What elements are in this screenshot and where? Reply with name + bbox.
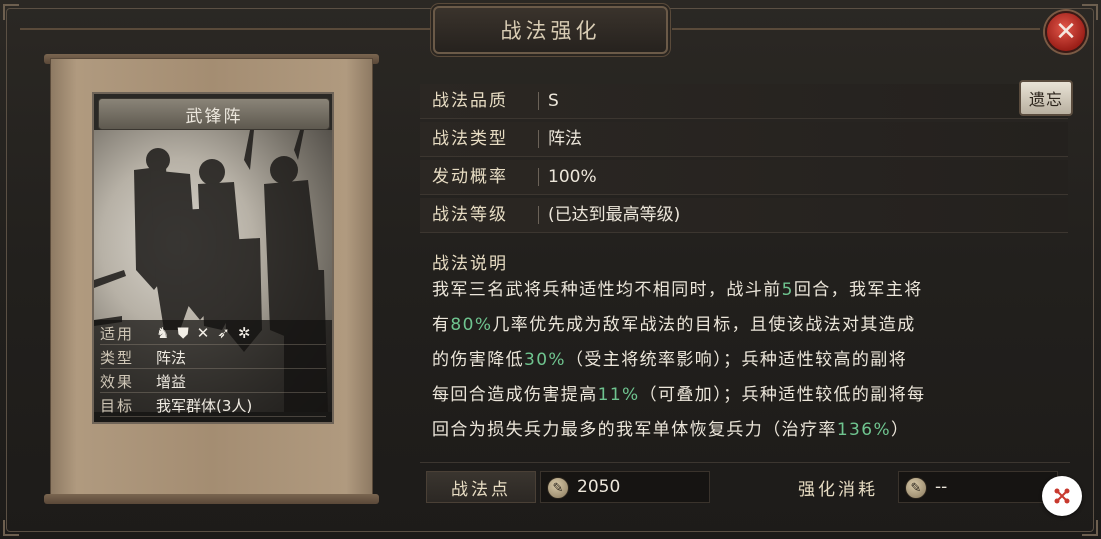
info-key: 效果 <box>100 372 135 391</box>
description-segment: 回合，我军主将 <box>793 280 923 300</box>
window-title: 战法强化 <box>500 19 601 43</box>
tactic-card[interactable]: 武锋阵 适用 ♞ ⛊ ✕ ➶ ✲ 类型 阵法 效果 增益 目标 我军群体(3人) <box>92 92 334 424</box>
tactic-point-icon: ✎ <box>547 477 569 499</box>
detail-row-type: 战法类型 阵法 <box>420 122 1068 157</box>
floating-network-button[interactable] <box>1042 476 1082 516</box>
divider <box>538 92 539 110</box>
divider <box>538 206 539 224</box>
info-value: 阵法 <box>156 348 187 367</box>
wheel-icon: ✲ <box>237 324 251 342</box>
description-segment: 有 <box>432 315 451 335</box>
info-row-target: 目标 我军群体(3人) <box>100 394 326 417</box>
points-box: ✎ 2050 <box>540 471 710 503</box>
cavalry-icon: ♞ <box>156 324 170 342</box>
description-segment: 回合为损失兵力最多的我军单体恢复兵力（治疗率 <box>432 420 837 440</box>
detail-value: 阵法 <box>548 129 582 149</box>
highlight-value: 136% <box>836 420 892 440</box>
description-text: 我军三名武将兵种适性均不相同时，战斗前5回合，我军主将 有80%几率优先成为敌军战… <box>432 273 1072 448</box>
description-segment: 几率优先成为敌军战法的目标，且使该战法对其造成 <box>492 315 916 335</box>
scroll-bottom-roller <box>44 494 379 504</box>
info-value: 增益 <box>156 372 187 391</box>
cost-value: -- <box>935 477 948 497</box>
frame-corner <box>1082 520 1098 536</box>
points-value: 2050 <box>577 477 621 497</box>
detail-value: (已达到最高等级) <box>548 205 681 225</box>
description-line: 的伤害降低30%（受主将统率影响）；兵种适性较高的副将 <box>432 343 1072 378</box>
spear-icon: ➶ <box>217 324 230 342</box>
detail-label: 战法品质 <box>432 91 508 111</box>
highlight-value: 5 <box>781 280 794 300</box>
detail-row-level: 战法等级 (已达到最高等级) <box>420 198 1068 233</box>
cost-label: 强化消耗 <box>798 479 878 500</box>
network-icon <box>1054 488 1070 504</box>
highlight-value: 80% <box>450 315 493 335</box>
description-segment: 的伤害降低 <box>432 350 524 370</box>
info-row-effect: 效果 增益 <box>100 370 326 393</box>
close-icon: ✕ <box>1055 17 1077 47</box>
description-line: 我军三名武将兵种适性均不相同时，战斗前5回合，我军主将 <box>432 273 1072 308</box>
frame-corner <box>1082 4 1098 20</box>
title-divider <box>20 28 430 30</box>
shield-icon: ⛊ <box>177 324 189 342</box>
description-segment: （可叠加）；兵种适性较低的副将每 <box>639 385 926 405</box>
points-label: 战法点 <box>426 471 536 503</box>
divider <box>538 168 539 186</box>
highlight-value: 30% <box>524 350 566 370</box>
close-button[interactable]: ✕ <box>1045 11 1087 53</box>
description-line: 回合为损失兵力最多的我军单体恢复兵力（治疗率136%） <box>432 413 1072 448</box>
description-segment: 我军三名武将兵种适性均不相同时，战斗前 <box>432 280 782 300</box>
frame-corner <box>3 4 19 20</box>
info-key: 目标 <box>100 396 135 415</box>
description-line: 每回合造成伤害提高11%（可叠加）；兵种适性较低的副将每 <box>432 378 1072 413</box>
card-name: 武锋阵 <box>98 98 330 130</box>
info-row-applicable: 适用 ♞ ⛊ ✕ ➶ ✲ <box>100 322 326 345</box>
card-info-panel: 适用 ♞ ⛊ ✕ ➶ ✲ 类型 阵法 效果 增益 目标 我军群体(3人) <box>94 320 332 422</box>
footer-divider <box>420 462 1070 463</box>
description-line: 有80%几率优先成为敌军战法的目标，且使该战法对其造成 <box>432 308 1072 343</box>
description-segment: （受主将统率影响）；兵种适性较高的副将 <box>566 350 908 370</box>
detail-row-quality: 战法品质 S <box>420 84 1068 119</box>
detail-label: 发动概率 <box>432 167 508 187</box>
cost-box: ✎ -- <box>898 471 1058 503</box>
detail-value: 100% <box>548 167 597 187</box>
info-key: 适用 <box>100 324 135 343</box>
tactic-point-icon: ✎ <box>905 477 927 499</box>
bow-icon: ✕ <box>196 324 210 342</box>
detail-row-probability: 发动概率 100% <box>420 160 1068 195</box>
highlight-value: 11% <box>597 385 640 405</box>
forget-button[interactable]: 遗忘 <box>1019 80 1073 116</box>
info-row-type: 类型 阵法 <box>100 346 326 369</box>
detail-value: S <box>548 91 559 111</box>
detail-label: 战法类型 <box>432 129 508 149</box>
title-divider <box>672 28 1040 30</box>
description-segment: 每回合造成伤害提高 <box>432 385 598 405</box>
troop-icons: ♞ ⛊ ✕ ➶ ✲ <box>156 324 250 342</box>
info-value: 我军群体(3人) <box>156 396 253 415</box>
description-title: 战法说明 <box>432 254 508 274</box>
description-segment: ） <box>891 420 910 440</box>
info-key: 类型 <box>100 348 135 367</box>
frame-corner <box>3 520 19 536</box>
detail-label: 战法等级 <box>432 205 508 225</box>
title-plate: 战法强化 <box>433 6 668 54</box>
divider <box>538 130 539 148</box>
